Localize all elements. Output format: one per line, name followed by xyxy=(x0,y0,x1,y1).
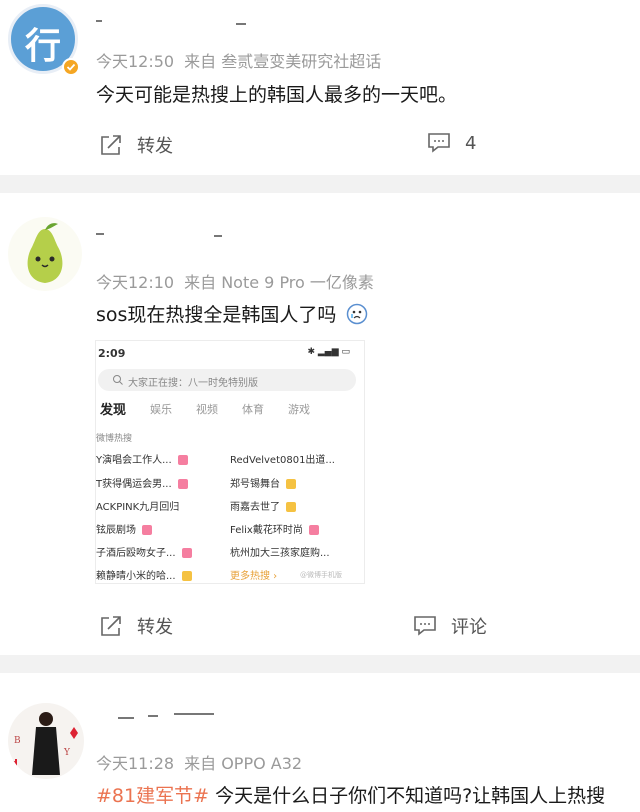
repost-icon xyxy=(101,135,121,155)
hot-item-text: 赖静晴小米的哈... xyxy=(96,571,176,582)
verified-badge-icon xyxy=(62,58,80,76)
hot-item: 雨嘉去世了 xyxy=(230,498,296,513)
avatar[interactable]: B Y xyxy=(8,703,84,779)
hashtag-link[interactable]: #81建军节# xyxy=(96,785,209,807)
hot-tag xyxy=(286,502,296,512)
hot-item-text: 雨嘉去世了 xyxy=(230,502,280,513)
hot-tag xyxy=(308,525,319,535)
post-3: B Y 今天11:28 来自 OPPO A32 #81建军节# 今天是什么日子你们… xyxy=(0,673,640,812)
section-title: 微博热搜 xyxy=(96,434,133,444)
hot-item: Y演唱会工作人... xyxy=(96,451,188,466)
post-time: 今天12:10 xyxy=(96,273,175,292)
hot-item: 子酒后殴吻女子... xyxy=(96,544,192,559)
comment-button[interactable]: 4 xyxy=(427,132,476,154)
username-redacted[interactable] xyxy=(118,711,238,725)
repost-label: 转发 xyxy=(137,136,173,157)
hot-tag xyxy=(177,479,188,489)
hot-item-text: 郑号锡舞台 xyxy=(230,479,280,490)
post-text: 今天是什么日子你们不知道吗?让韩国人上热搜 xyxy=(209,785,606,807)
more-hot-link: 更多热搜 › xyxy=(230,571,278,582)
hot-tag xyxy=(177,455,188,465)
post-content: sos现在热搜全是韩国人了吗 xyxy=(96,300,368,327)
hot-item-text: T获得偶运会男... xyxy=(96,479,172,490)
svg-text:Y: Y xyxy=(63,748,71,758)
comment-count: 4 xyxy=(465,132,477,154)
search-icon xyxy=(113,375,123,385)
divider xyxy=(0,655,640,673)
post-time: 今天12:50 xyxy=(96,52,175,71)
hot-item-text: ACKPINK九月回归 xyxy=(96,502,180,513)
hot-item-text: Felix戴花环时尚 xyxy=(230,525,303,536)
svg-text:B: B xyxy=(14,736,21,746)
watermark: @微博手机版 xyxy=(300,571,342,579)
comment-button[interactable]: 评论 xyxy=(413,613,487,639)
hot-tag xyxy=(181,548,192,558)
crying-emoji-icon xyxy=(347,303,368,325)
hot-item-text: 杭州加大三孩家庭购... xyxy=(230,548,330,559)
hot-item: T获得偶运会男... xyxy=(96,475,188,490)
post-meta: 今天12:50 来自 叁贰壹变美研究社超话 xyxy=(96,48,391,72)
repost-button[interactable]: 转发 xyxy=(99,613,173,639)
post-text: sos现在热搜全是韩国人了吗 xyxy=(96,304,337,326)
tab-entertainment: 娱乐 xyxy=(150,403,173,416)
post-1: 行 今天12:50 来自 叁贰壹变美研究社超话 今天可能是热搜上的韩国人最多的一天… xyxy=(0,0,640,175)
comment-icon xyxy=(428,133,450,153)
divider xyxy=(0,175,640,193)
hot-item: 铉辰剧场 xyxy=(96,521,152,536)
post-meta: 今天11:28 来自 OPPO A32 xyxy=(96,750,312,774)
search-placeholder: 大家正在搜：八一时免特别版 xyxy=(128,378,258,389)
username-redacted[interactable] xyxy=(96,14,256,28)
hot-tag xyxy=(181,571,192,581)
hot-item-text: 铉辰剧场 xyxy=(96,525,136,536)
post-source[interactable]: 来自 叁贰壹变美研究社超话 xyxy=(184,52,381,71)
tabs: 发现 娱乐 视频 体育 游戏 xyxy=(100,401,310,418)
hot-item: RedVelvet0801出道... xyxy=(230,451,335,466)
avatar[interactable] xyxy=(8,217,82,291)
embedded-screenshot[interactable]: 2:09 ✱ ▂▄▆ ▭ 大家正在搜：八一时免特别版 发现 娱乐 视频 体育 游… xyxy=(95,340,365,584)
pear-avatar-icon xyxy=(27,223,63,283)
hot-item-text: Y演唱会工作人... xyxy=(96,455,172,466)
repost-button[interactable]: 转发 xyxy=(99,132,173,158)
hot-item: 赖静晴小米的哈... xyxy=(96,567,192,582)
hot-item: ACKPINK九月回归 xyxy=(96,498,179,513)
username-redacted[interactable] xyxy=(96,229,236,243)
hot-item-text: RedVelvet0801出道... xyxy=(230,455,335,466)
post-source[interactable]: 来自 OPPO A32 xyxy=(184,754,302,773)
comment-label: 评论 xyxy=(451,617,487,638)
post-content: #81建军节# 今天是什么日子你们不知道吗?让韩国人上热搜 xyxy=(96,781,605,808)
hot-tag xyxy=(142,525,152,535)
hot-item-text: 子酒后殴吻女子... xyxy=(96,548,176,559)
post-content: 今天可能是热搜上的韩国人最多的一天吧。 xyxy=(96,84,458,106)
hot-tag xyxy=(286,479,296,489)
repost-label: 转发 xyxy=(137,617,173,638)
post-source[interactable]: 来自 Note 9 Pro 一亿像素 xyxy=(184,273,374,292)
repost-icon xyxy=(101,616,121,636)
hot-item: 郑号锡舞台 xyxy=(230,475,296,490)
status-icons: ✱ ▂▄▆ ▭ xyxy=(307,347,350,357)
more-hot-label: 更多热搜 xyxy=(230,571,270,582)
hot-item: Felix戴花环时尚 xyxy=(230,521,319,536)
status-time: 2:09 xyxy=(98,347,126,360)
hot-item: 杭州加大三孩家庭购... xyxy=(230,544,330,559)
tab-sports: 体育 xyxy=(242,403,265,416)
tab-video: 视频 xyxy=(196,403,219,416)
post-time: 今天11:28 xyxy=(96,754,175,773)
comment-icon xyxy=(414,616,436,636)
post-meta: 今天12:10 来自 Note 9 Pro 一亿像素 xyxy=(96,269,384,293)
person-avatar-icon: B Y xyxy=(11,712,78,775)
search-bar: 大家正在搜：八一时免特别版 xyxy=(98,369,356,391)
tab-games: 游戏 xyxy=(288,403,311,416)
tab-discover: 发现 xyxy=(100,403,127,418)
